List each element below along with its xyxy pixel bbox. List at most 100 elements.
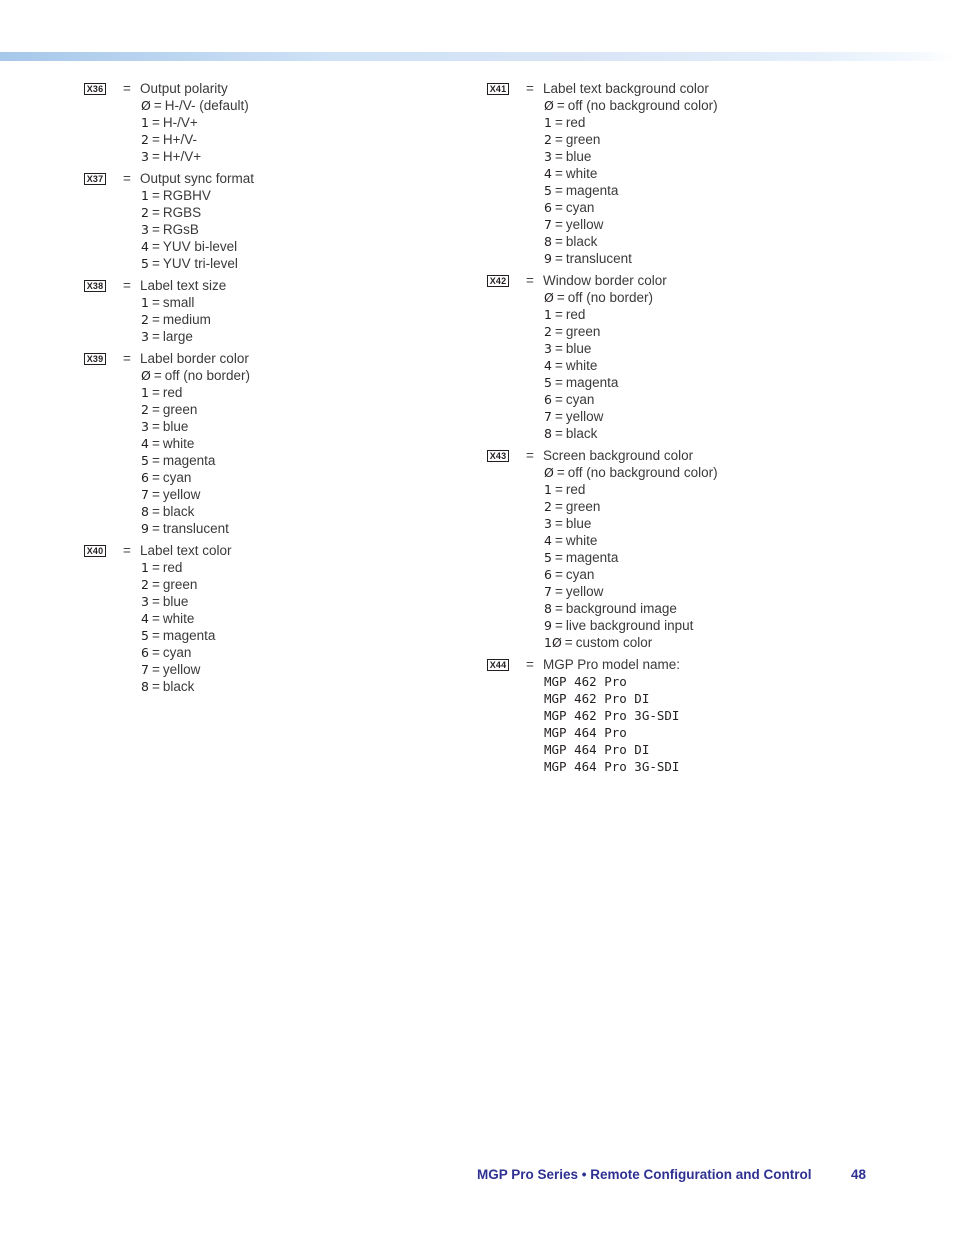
option-item: 3 = blue [141,593,254,610]
variable-header: X44 = MGP Pro model name: [487,656,718,673]
option-label: red [162,385,183,400]
option-label: white [565,166,598,181]
variable-block-x36: X36 = Output polarity Ø = H-/V- (default) 1 = H-… [84,80,254,165]
variable-tag: X39 [84,353,106,365]
option-label: white [162,611,195,626]
option-item: 4 = YUV bi-level [141,238,254,255]
option-label: green [565,132,601,147]
option-item: 2 = green [544,131,718,148]
option-label: magenta [162,628,216,643]
option-list: 1 = red 2 = green 3 = blue 4 = white 5 = magenta 6 = cyan… [141,559,254,695]
option-value: 1 [141,188,149,203]
option-equals: = [554,409,563,424]
option-value: 8 [544,426,552,441]
option-value: 6 [544,567,552,582]
option-value: 2 [141,312,149,327]
option-equals: = [151,402,160,417]
option-value: 8 [141,504,149,519]
option-value: 3 [141,149,149,164]
option-item: 1 = red [544,114,718,131]
option-label: magenta [162,453,216,468]
option-label: blue [565,516,592,531]
option-value: 4 [544,166,552,181]
equals-sign: = [123,278,131,293]
option-value: 2 [141,402,149,417]
page-number: 48 [851,1167,867,1182]
option-item: 8 = background image [544,600,718,617]
option-item: Ø = off (no border) [544,289,718,306]
option-equals: = [151,188,160,203]
option-label: live background input [565,618,694,633]
option-value: Ø [141,368,151,383]
variable-description: Label border color [140,351,249,366]
option-equals: = [554,132,563,147]
option-equals: = [151,628,160,643]
option-equals: = [554,499,563,514]
option-value: 2 [544,324,552,339]
option-label: custom color [575,635,653,650]
equals-sign: = [123,171,131,186]
option-equals: = [151,594,160,609]
option-value: 2 [544,132,552,147]
option-label: translucent [162,521,229,536]
option-value: 6 [141,470,149,485]
option-label: cyan [162,645,192,660]
option-label: cyan [565,392,595,407]
option-value: 5 [544,550,552,565]
option-value: Ø [141,98,151,113]
option-item: 6 = cyan [544,391,718,408]
option-item: 1 = red [141,559,254,576]
option-equals: = [151,149,160,164]
option-item: 7 = yellow [141,486,254,503]
option-equals: = [554,567,563,582]
option-value: 4 [141,239,149,254]
option-label: red [162,560,183,575]
option-value: 3 [544,149,552,164]
option-item: 5 = magenta [141,627,254,644]
variable-block-x44: X44 = MGP Pro model name: MGP 462 Pro MGP 46… [487,656,718,775]
option-equals: = [554,516,563,531]
option-label: cyan [565,200,595,215]
option-label: green [162,402,198,417]
option-equals: = [554,601,563,616]
option-item: Ø = off (no background color) [544,97,718,114]
variable-tag: X37 [84,173,106,185]
option-equals: = [151,504,160,519]
option-value: 3 [141,329,149,344]
option-value: 1 [141,295,149,310]
option-list: Ø = off (no border) 1 = red 2 = green 3 = blue 4 = whi… [141,367,254,537]
option-item: 1 = red [544,481,718,498]
option-equals: = [151,312,160,327]
option-list: MGP 462 Pro MGP 462 Pro DI MGP 462 Pro 3G-… [544,673,718,775]
option-value: 3 [544,516,552,531]
option-label: magenta [565,375,619,390]
option-equals: = [554,307,563,322]
option-equals: = [151,222,160,237]
option-equals: = [153,98,162,113]
option-list: Ø = H-/V- (default) 1 = H-/V+ 2 = H+/V- 3 = H+/V+ [141,97,254,165]
variable-tag: X36 [84,83,106,95]
option-item: 8 = black [141,678,254,695]
variable-description: Label text background color [543,81,709,96]
option-label: blue [162,419,189,434]
model-name: MGP 462 Pro [544,674,627,689]
option-item: 1 = small [141,294,254,311]
option-label: background image [565,601,677,616]
option-item: 7 = yellow [544,583,718,600]
option-label: small [162,295,195,310]
option-item: 9 = translucent [544,250,718,267]
option-equals: = [554,324,563,339]
option-item: 9 = translucent [141,520,254,537]
variable-block-x37: X37 = Output sync format 1 = RGBHV 2 = RGBS 3 = RGs… [84,170,254,272]
option-item: Ø = H-/V- (default) [141,97,254,114]
option-equals: = [554,217,563,232]
model-name: MGP 464 Pro 3G-SDI [544,759,680,774]
variable-block-x42: X42 = Window border color Ø = off (no border)… [487,272,718,442]
option-equals: = [556,465,565,480]
option-equals: = [151,385,160,400]
option-value: Ø [544,98,554,113]
option-equals: = [564,635,573,650]
option-equals: = [151,560,160,575]
option-label: blue [565,341,592,356]
variable-tag: X38 [84,280,106,292]
